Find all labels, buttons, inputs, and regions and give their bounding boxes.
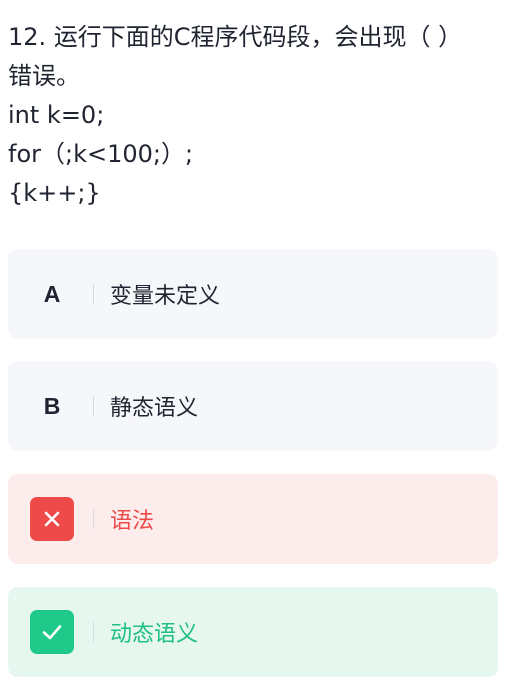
code-line: for（;k<100;）; bbox=[8, 140, 194, 168]
check-icon bbox=[30, 610, 74, 654]
option-label: 变量未定义 bbox=[110, 284, 221, 309]
code-line: {k++;} bbox=[8, 179, 101, 207]
option-d[interactable]: 动态语义 bbox=[8, 587, 498, 677]
option-b[interactable]: B 静态语义 bbox=[8, 361, 498, 451]
option-a[interactable]: A 变量未定义 bbox=[8, 249, 498, 339]
option-label: 语法 bbox=[110, 509, 155, 534]
divider bbox=[93, 509, 94, 529]
option-label: 动态语义 bbox=[110, 622, 199, 647]
option-c[interactable]: 语法 bbox=[8, 474, 498, 564]
divider bbox=[93, 284, 94, 304]
option-key: B bbox=[43, 392, 61, 419]
question-line: 错误。 bbox=[8, 62, 80, 90]
question-line: 12. 运行下面的C程序代码段，会出现（ ） bbox=[8, 23, 463, 51]
close-icon bbox=[30, 497, 74, 541]
divider bbox=[93, 622, 94, 642]
question-text: 12. 运行下面的C程序代码段，会出现（ ） 错误。 int k=0; for（… bbox=[8, 18, 506, 213]
divider bbox=[93, 396, 94, 416]
option-label: 静态语义 bbox=[110, 396, 199, 421]
code-line: int k=0; bbox=[8, 101, 105, 129]
option-key: A bbox=[43, 280, 61, 307]
